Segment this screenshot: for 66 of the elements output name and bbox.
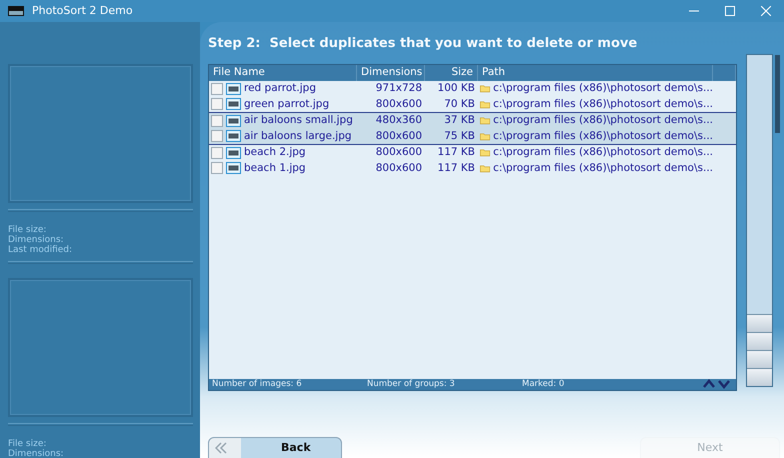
back-button[interactable]: Back [208,437,342,458]
size-cell-text: 117 KB [436,160,476,176]
path-cell-text: c:\program files (x86)\photosort demo\s... [493,113,713,128]
toolbar-segment[interactable] [747,332,772,350]
folder-icon [480,162,490,174]
info-label: File size: [8,439,48,449]
path-cell-text: c:\program files (x86)\photosort demo\s... [493,128,713,144]
folder-icon [480,147,490,158]
file-name[interactable]: beach 2.jpg [244,145,306,160]
column-header[interactable]: Path [478,65,713,81]
checkbox[interactable] [211,130,223,142]
checkbox[interactable] [211,146,223,159]
close-icon [761,6,771,16]
image-file-icon [226,130,241,142]
maximize-icon [725,6,735,16]
dimensions-cell-text: 800x600 [374,128,423,144]
folder-icon [480,83,490,94]
info-label: File size: [8,225,48,235]
path-cell-text: c:\program files (x86)\photosort demo\s... [493,81,713,96]
toolbar-segment[interactable] [747,314,772,332]
size-cell-text: 70 KB [443,96,476,112]
size-cell-text: 100 KB [436,81,476,96]
window-title: PhotoSort 2 Demo [32,2,133,19]
size-cell-text: 117 KB [436,145,476,160]
folder-icon [480,98,490,110]
file-name[interactable]: air baloons large.jpg [244,128,352,144]
column-header[interactable]: Dimensions [357,65,425,81]
info-label: Last modified: [8,245,74,255]
file-name[interactable]: red parrot.jpg [244,81,316,96]
folder-icon [480,115,490,126]
path-cell-text: c:\program files (x86)\photosort demo\s... [493,160,713,176]
image-count: Number of images: 6 [212,379,303,390]
checkbox[interactable] [211,114,223,127]
checkbox[interactable] [211,98,223,110]
file-name[interactable]: air baloons small.jpg [244,113,353,128]
group-count: Number of groups: 3 [367,379,456,390]
dimensions-cell-text: 480x360 [374,113,423,128]
dimensions-cell-text: 971x728 [374,81,423,96]
folder-icon [480,130,490,142]
scrollbar[interactable] [775,55,780,133]
size-cell-text: 37 KB [443,113,476,128]
path-cell-text: c:\program files (x86)\photosort demo\s... [493,96,713,112]
dimensions-cell-text: 800x600 [374,96,423,112]
image-file-icon [226,98,241,110]
chevron-left-icon [215,442,227,454]
size-cell-text: 75 KB [443,128,476,144]
checkbox[interactable] [211,82,223,95]
marked-count: Marked: 0 [522,379,564,390]
step-title: Step 2: Select duplicates that you want to delete or move [208,35,638,53]
info-label: Dimensions: [8,235,65,245]
file-name[interactable]: beach 1.jpg [244,160,306,176]
image-file-icon [226,114,241,127]
path-cell-text: c:\program files (x86)\photosort demo\s... [493,145,713,160]
image-file-icon [226,146,241,159]
image-file-icon [226,82,241,95]
checkbox[interactable] [211,162,223,174]
image-file-icon [226,162,241,174]
info-label: Dimensions: [8,449,65,458]
file-name[interactable]: green parrot.jpg [244,96,330,112]
toolbar-segment[interactable] [747,350,772,368]
dimensions-cell-text: 800x600 [374,160,423,176]
column-header[interactable]: File Name [209,65,357,81]
dimensions-cell-text: 800x600 [374,145,423,160]
toolbar-segment[interactable] [747,368,772,386]
column-header[interactable]: Size [425,65,478,81]
app-icon [8,6,24,16]
